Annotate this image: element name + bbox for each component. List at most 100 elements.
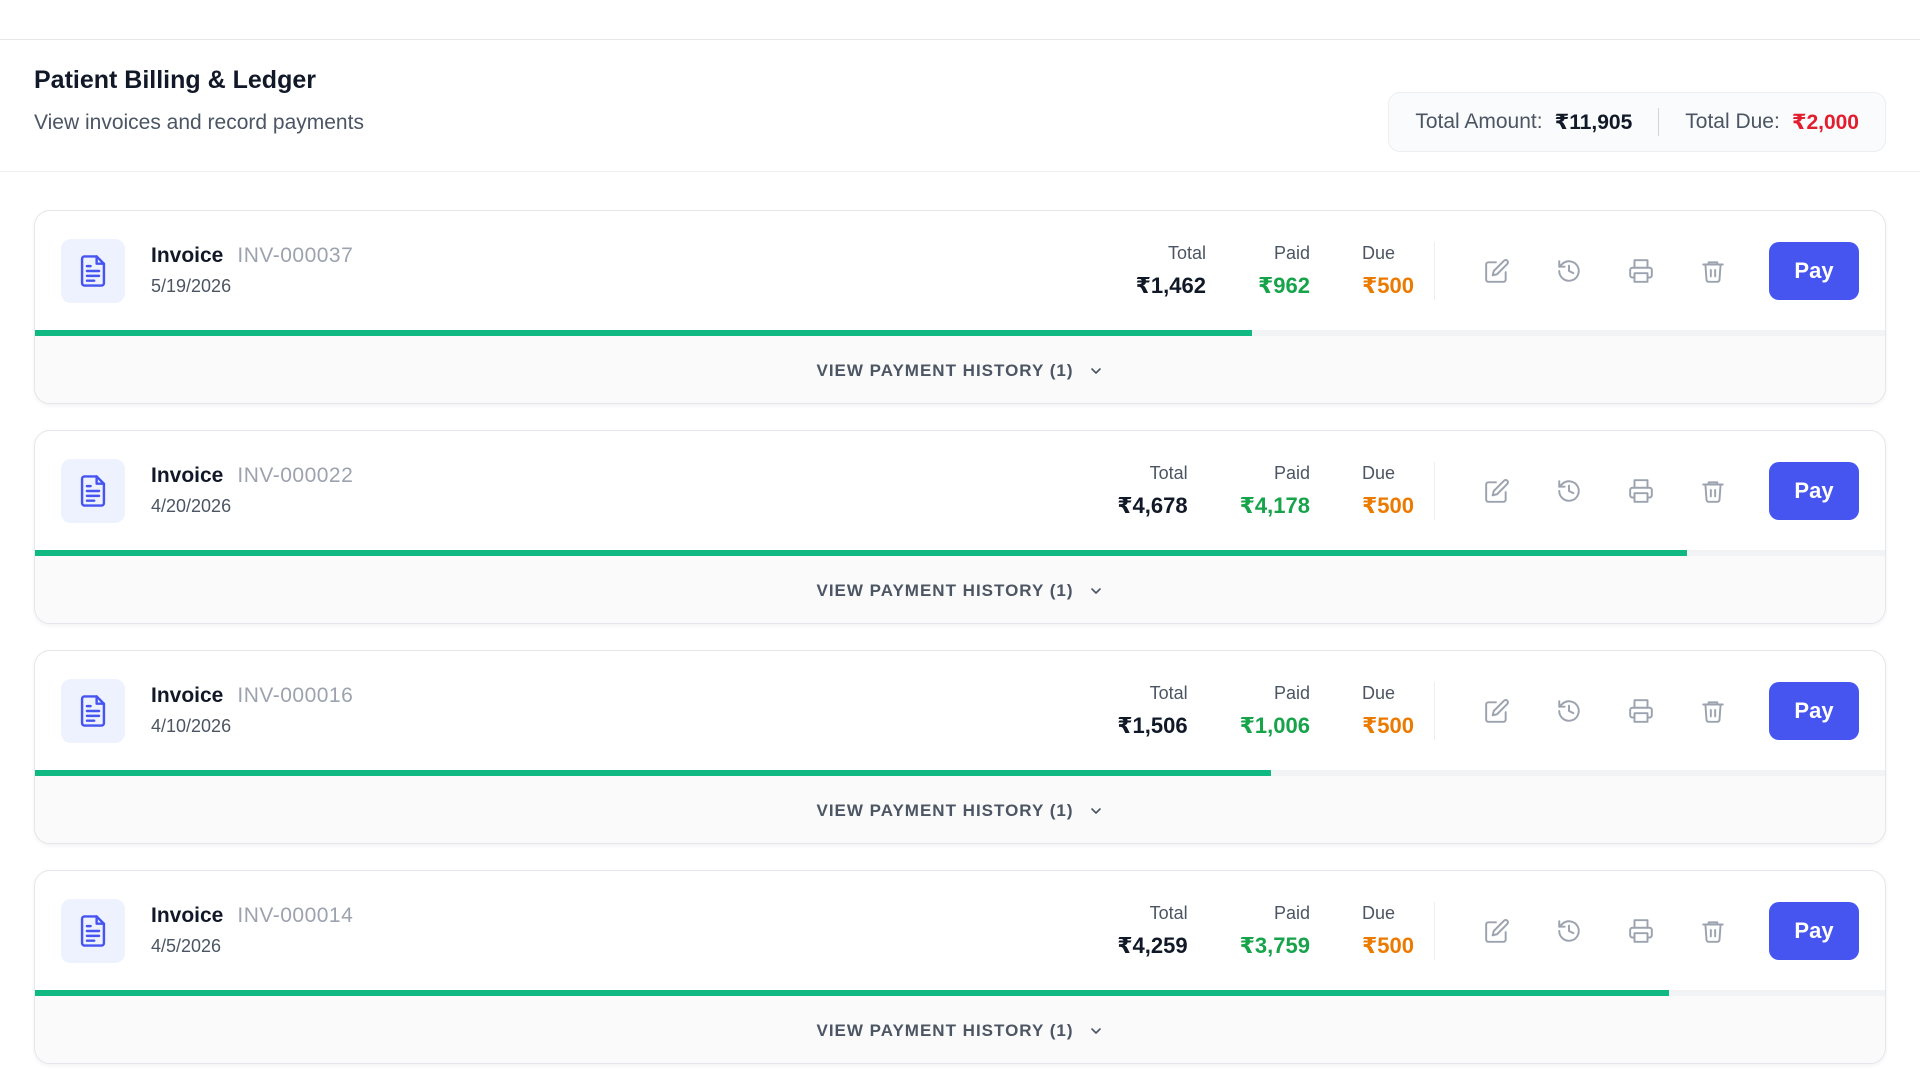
invoice-number: INV-000016 — [237, 684, 354, 707]
view-payment-history-button[interactable]: VIEW PAYMENT HISTORY (1) — [35, 556, 1885, 623]
invoice-number: INV-000037 — [237, 244, 354, 267]
print-button[interactable] — [1605, 247, 1677, 295]
invoice-number: INV-000014 — [237, 904, 354, 927]
invoice-info: Invoice INV-000016 4/10/2026 — [151, 684, 1065, 737]
view-payment-history-button[interactable]: VIEW PAYMENT HISTORY (1) — [35, 776, 1885, 843]
due-label: Due — [1361, 902, 1396, 923]
file-text-icon — [61, 238, 125, 303]
paid-value: ₹962 — [1257, 272, 1310, 298]
invoice-card: Invoice INV-000022 4/20/2026 Total ₹4,67… — [34, 430, 1886, 624]
paid-label: Paid — [1273, 462, 1310, 483]
billing-summary: Total Amount: ₹11,905 Total Due: ₹2,000 — [1388, 92, 1886, 152]
printer-icon — [1629, 478, 1653, 503]
total-label: Total — [1167, 242, 1206, 263]
invoice-actions: Pay — [1461, 461, 1859, 520]
summary-divider — [1658, 108, 1660, 136]
invoice-card: Invoice INV-000014 4/5/2026 Total ₹4,259… — [34, 870, 1886, 1064]
invoice-date: 4/10/2026 — [151, 716, 232, 736]
delete-button[interactable] — [1677, 687, 1749, 735]
trash-icon — [1702, 700, 1724, 723]
edit-button[interactable] — [1461, 247, 1533, 295]
trash-icon — [1702, 480, 1724, 503]
due-value: ₹500 — [1361, 492, 1414, 518]
actions-divider — [1434, 681, 1435, 740]
pay-button[interactable]: Pay — [1769, 681, 1859, 740]
history-label: VIEW PAYMENT HISTORY (1) — [816, 580, 1074, 600]
edit-icon — [1485, 258, 1509, 283]
total-value: ₹4,259 — [1117, 932, 1188, 958]
view-payment-history-button[interactable]: VIEW PAYMENT HISTORY (1) — [35, 336, 1885, 403]
due-value: ₹500 — [1361, 712, 1414, 738]
file-text-icon — [61, 458, 125, 523]
printer-icon — [1629, 258, 1653, 283]
invoice-card: Invoice INV-000016 4/10/2026 Total ₹1,50… — [34, 650, 1886, 844]
invoice-label: Invoice — [151, 464, 224, 487]
payment-progress-bar — [35, 550, 1885, 556]
total-value: ₹1,462 — [1135, 272, 1206, 298]
history-button[interactable] — [1533, 467, 1605, 515]
history-button[interactable] — [1533, 907, 1605, 955]
invoice-actions: Pay — [1461, 681, 1859, 740]
history-icon — [1558, 259, 1580, 282]
invoice-label: Invoice — [151, 244, 224, 267]
invoice-date: 4/5/2026 — [151, 936, 222, 956]
paid-label: Paid — [1273, 242, 1310, 263]
invoice-amounts: Total ₹4,259 Paid ₹3,759 Due ₹500 — [1065, 903, 1414, 959]
invoice-list: Invoice INV-000037 5/19/2026 Total ₹1,46… — [0, 172, 1920, 1064]
invoice-label: Invoice — [151, 904, 224, 927]
file-text-icon — [61, 898, 125, 963]
delete-button[interactable] — [1677, 247, 1749, 295]
due-label: Due — [1361, 682, 1396, 703]
history-label: VIEW PAYMENT HISTORY (1) — [816, 360, 1074, 380]
total-value: ₹4,678 — [1117, 492, 1188, 518]
invoice-card-main: Invoice INV-000037 5/19/2026 Total ₹1,46… — [35, 211, 1885, 330]
payment-progress-fill — [35, 550, 1688, 556]
invoice-card-main: Invoice INV-000014 4/5/2026 Total ₹4,259… — [35, 871, 1885, 990]
history-label: VIEW PAYMENT HISTORY (1) — [816, 1020, 1074, 1040]
page-subtitle: View invoices and record payments — [34, 111, 364, 134]
print-button[interactable] — [1605, 907, 1677, 955]
total-amount-label: Total Amount: — [1415, 110, 1543, 133]
trash-icon — [1702, 260, 1724, 283]
delete-button[interactable] — [1677, 907, 1749, 955]
paid-label: Paid — [1273, 682, 1310, 703]
history-button[interactable] — [1533, 687, 1605, 735]
history-label: VIEW PAYMENT HISTORY (1) — [816, 800, 1074, 820]
view-payment-history-button[interactable]: VIEW PAYMENT HISTORY (1) — [35, 996, 1885, 1063]
edit-icon — [1485, 698, 1509, 723]
pay-button[interactable]: Pay — [1769, 461, 1859, 520]
top-bar — [0, 0, 1920, 40]
edit-button[interactable] — [1461, 467, 1533, 515]
print-button[interactable] — [1605, 467, 1677, 515]
due-value: ₹500 — [1361, 932, 1414, 958]
edit-button[interactable] — [1461, 907, 1533, 955]
total-due-value: ₹2,000 — [1791, 110, 1859, 134]
pay-button[interactable]: Pay — [1769, 241, 1859, 300]
print-button[interactable] — [1605, 687, 1677, 735]
history-button[interactable] — [1533, 247, 1605, 295]
invoice-date: 5/19/2026 — [151, 276, 232, 296]
due-label: Due — [1361, 462, 1396, 483]
actions-divider — [1434, 241, 1435, 300]
history-icon — [1558, 699, 1580, 722]
total-label: Total — [1149, 682, 1188, 703]
due-value: ₹500 — [1361, 272, 1414, 298]
payment-progress-fill — [35, 330, 1253, 336]
paid-value: ₹3,759 — [1239, 932, 1310, 958]
paid-label: Paid — [1273, 902, 1310, 923]
invoice-amounts: Total ₹1,506 Paid ₹1,006 Due ₹500 — [1065, 683, 1414, 739]
pay-button[interactable]: Pay — [1769, 901, 1859, 960]
invoice-info: Invoice INV-000014 4/5/2026 — [151, 904, 1065, 957]
trash-icon — [1702, 920, 1724, 943]
page-header: Patient Billing & Ledger View invoices a… — [0, 40, 1920, 172]
page-title: Patient Billing & Ledger — [34, 66, 316, 94]
printer-icon — [1629, 698, 1653, 723]
edit-button[interactable] — [1461, 687, 1533, 735]
delete-button[interactable] — [1677, 467, 1749, 515]
chevron-down-icon — [1090, 1027, 1101, 1034]
invoice-card: Invoice INV-000037 5/19/2026 Total ₹1,46… — [34, 210, 1886, 404]
edit-icon — [1485, 478, 1509, 503]
chevron-down-icon — [1090, 587, 1101, 594]
printer-icon — [1629, 918, 1653, 943]
invoice-card-main: Invoice INV-000022 4/20/2026 Total ₹4,67… — [35, 431, 1885, 550]
